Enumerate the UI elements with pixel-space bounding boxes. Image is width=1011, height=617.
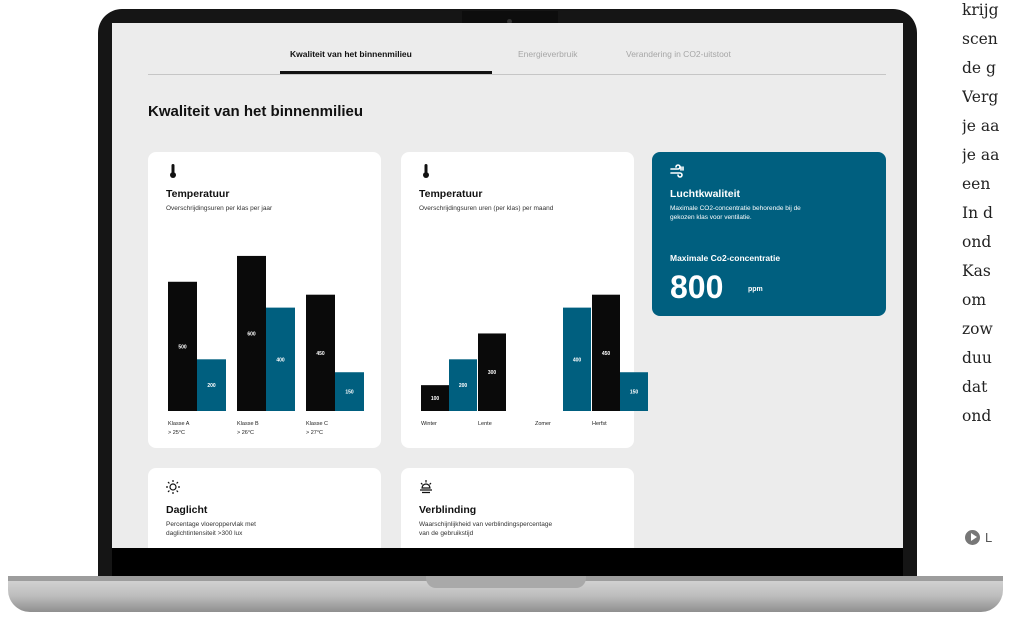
bar-value-label: 200 [459,383,468,389]
subtitle-line: gekozen klas voor ventilatie. [670,213,752,221]
bar-value-label: 600 [247,331,256,337]
category-sublabel: > 27°C [306,430,323,436]
tab-bar: Kwaliteit van het binnenmilieu Energieve… [148,23,886,75]
laptop-base-notch [426,576,586,588]
article-line: duu [962,349,992,367]
subtitle-line: Waarschijnlijkheid van verblindingsperce… [419,521,553,528]
bar-value-label: 100 [431,396,440,402]
temperature-season-chart: 100 200 Winter 300 Lente 400 Zomer 450 150 Herfst [421,294,648,427]
category-label: Klasse C [306,421,328,427]
bar-value-label: 450 [316,351,325,357]
subtitle-line: Maximale CO2-concentratie behorende bij … [670,205,801,212]
card-subtitle: Percentage vloeroppervlak met daglichtin… [166,521,256,538]
subtitle-line: Percentage vloeroppervlak met [166,521,256,528]
side-article-text: krijg scen de g Verg je aa je aa een In d ond Kas… [962,0,1011,516]
bar-value-label: 150 [345,390,354,396]
category-sublabel: > 26°C [237,430,254,436]
article-line: Verg [962,88,999,106]
category-label: Lente [478,421,492,427]
bar-value-label: 200 [207,383,216,389]
bar-value-label: 150 [630,390,639,396]
temperature-class-chart: 500 200 Klasse A > 25°C 600 400 Klasse B > 26°C… [168,255,364,436]
bar-value-label: 400 [573,357,582,363]
card-subtitle: Maximale CO2-concentratie behorende bij … [670,205,801,222]
daylight-card: Daglicht Percentage vloeroppervlak met d… [148,468,381,548]
laptop-screen: Kwaliteit van het binnenmilieu Energieve… [112,23,903,548]
article-line: ond [962,233,992,251]
category-label: Klasse B [237,421,259,427]
read-more-link[interactable]: L [965,528,1011,546]
category-label: Herfst [592,421,607,427]
sun-icon [165,479,181,495]
article-line: scen [962,30,998,48]
page-title: Kwaliteit van het binnenmilieu [148,103,364,120]
active-tab-indicator [280,71,492,74]
play-icon [965,529,980,545]
subtitle-line: daglichtintensiteit >300 lux [166,529,243,537]
card-title: Luchtkwaliteit [670,188,741,200]
article-line: In d [962,204,993,222]
bar-value-label: 300 [488,370,497,376]
article-line: een [962,175,991,193]
air-flow-icon [669,163,685,179]
card-title: Verblinding [419,504,477,516]
temperature-season-card: Temperatuur Overschrijdingsuren uren (pe… [401,152,648,448]
tab-energy-use[interactable]: Energieverbruik [518,49,578,59]
glare-card: Verblinding Waarschijnlijkheid van verbl… [401,468,634,548]
category-label: Winter [421,421,437,427]
category-label: Klasse A [168,421,190,427]
card-title: Daglicht [166,504,208,516]
read-more-label: L [985,529,993,545]
bar-value-label: 400 [276,357,285,363]
co2-metric-label: Maximale Co2-concentratie [670,253,781,263]
temperature-class-card: Temperatuur Overschrijdingsuren per klas… [148,152,381,448]
article-line: zow [962,320,993,338]
glare-sun-icon [418,479,434,495]
category-sublabel: > 25°C [168,430,185,436]
subtitle-line: van de gebruikstijd [419,529,474,537]
article-line: om [962,291,987,309]
bar-value-label: 450 [602,351,611,357]
screen-chin [112,548,903,578]
bar-value-label: 500 [178,344,187,350]
article-line: de g [962,59,996,77]
article-line: krijg [962,1,999,19]
article-line: Kas [962,262,991,280]
tab-co2-change[interactable]: Verandering in CO2-uitstoot [626,49,731,59]
air-quality-card: Luchtkwaliteit Maximale CO2-concentratie… [652,152,886,316]
tab-indoor-quality[interactable]: Kwaliteit van het binnenmilieu [290,49,412,59]
article-line: dat [962,378,988,396]
card-subtitle: Waarschijnlijkheid van verblindingsperce… [419,521,552,538]
co2-unit: ppm [748,286,763,293]
category-label: Zomer [535,421,551,427]
article-line: je aa [962,117,1000,135]
co2-value: 800 [670,269,724,305]
article-line: je aa [962,146,1000,164]
article-line: ond [962,407,992,425]
